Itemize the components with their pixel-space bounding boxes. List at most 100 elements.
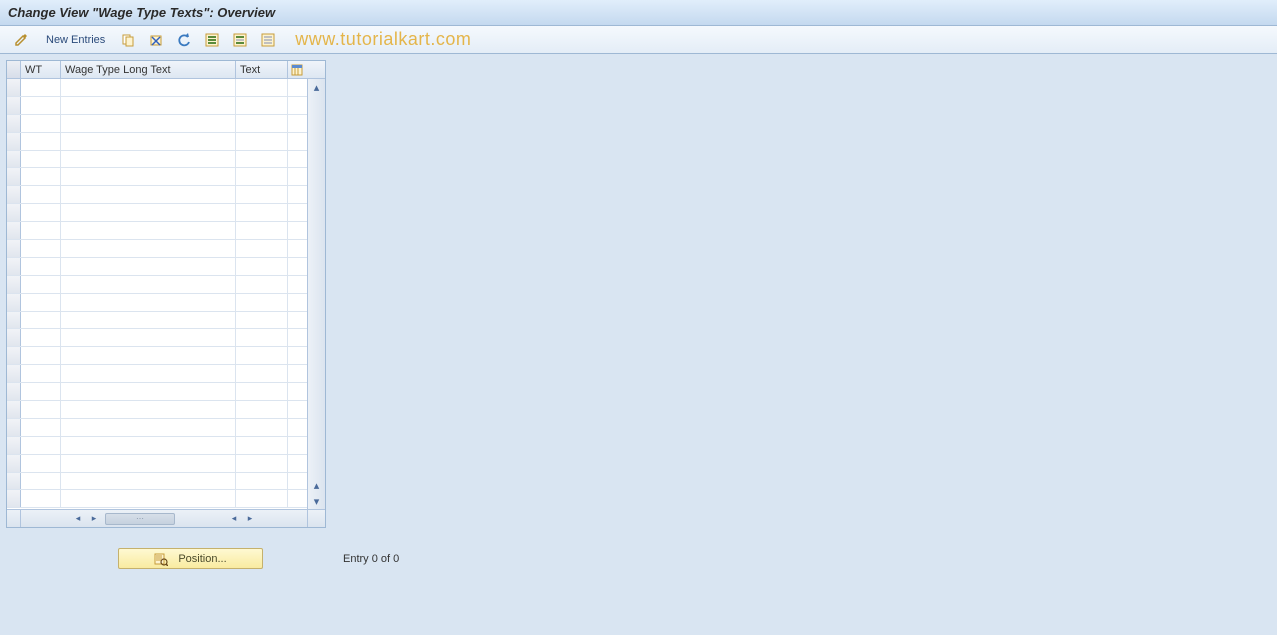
row-selector[interactable]	[7, 258, 21, 275]
row-selector[interactable]	[7, 276, 21, 293]
cell-text[interactable]	[236, 329, 288, 346]
cell-long-text[interactable]	[61, 115, 236, 132]
cell-long-text[interactable]	[61, 240, 236, 257]
cell-text[interactable]	[236, 276, 288, 293]
select-all-button[interactable]	[201, 30, 223, 50]
cell-long-text[interactable]	[61, 312, 236, 329]
position-button[interactable]: Position...	[118, 548, 263, 569]
cell-text[interactable]	[236, 186, 288, 203]
copy-as-button[interactable]	[117, 30, 139, 50]
cell-text[interactable]	[236, 240, 288, 257]
row-selector[interactable]	[7, 115, 21, 132]
cell-text[interactable]	[236, 115, 288, 132]
cell-long-text[interactable]	[61, 79, 236, 96]
row-selector[interactable]	[7, 490, 21, 507]
cell-text[interactable]	[236, 151, 288, 168]
new-entries-button[interactable]: New Entries	[40, 34, 111, 46]
cell-text[interactable]	[236, 455, 288, 472]
cell-wt[interactable]	[21, 401, 61, 418]
cell-text[interactable]	[236, 133, 288, 150]
deselect-all-button[interactable]	[257, 30, 279, 50]
cell-wt[interactable]	[21, 240, 61, 257]
cell-wt[interactable]	[21, 276, 61, 293]
cell-long-text[interactable]	[61, 329, 236, 346]
row-selector[interactable]	[7, 186, 21, 203]
row-selector[interactable]	[7, 419, 21, 436]
column-text[interactable]: Text	[236, 61, 288, 78]
configure-columns-button[interactable]	[288, 61, 306, 78]
vertical-scrollbar[interactable]: ▴ ▴ ▾	[307, 79, 325, 509]
cell-text[interactable]	[236, 312, 288, 329]
cell-text[interactable]	[236, 437, 288, 454]
column-wt[interactable]: WT	[21, 61, 61, 78]
hscroll-right2-button[interactable]: ▸	[243, 513, 257, 524]
cell-wt[interactable]	[21, 294, 61, 311]
row-selector[interactable]	[7, 365, 21, 382]
hscroll-left-button[interactable]: ◂	[71, 513, 85, 524]
cell-text[interactable]	[236, 347, 288, 364]
scroll-up-button[interactable]: ▴	[308, 79, 325, 95]
cell-long-text[interactable]	[61, 490, 236, 507]
row-selector[interactable]	[7, 473, 21, 490]
cell-wt[interactable]	[21, 312, 61, 329]
cell-wt[interactable]	[21, 97, 61, 114]
hscroll-right-button[interactable]: ◂	[227, 513, 241, 524]
cell-text[interactable]	[236, 97, 288, 114]
row-selector[interactable]	[7, 347, 21, 364]
cell-long-text[interactable]	[61, 151, 236, 168]
select-block-button[interactable]	[229, 30, 251, 50]
cell-text[interactable]	[236, 222, 288, 239]
row-selector[interactable]	[7, 312, 21, 329]
row-selector[interactable]	[7, 151, 21, 168]
cell-long-text[interactable]	[61, 347, 236, 364]
cell-long-text[interactable]	[61, 222, 236, 239]
row-selector[interactable]	[7, 240, 21, 257]
cell-wt[interactable]	[21, 186, 61, 203]
row-selector[interactable]	[7, 168, 21, 185]
cell-text[interactable]	[236, 473, 288, 490]
cell-text[interactable]	[236, 383, 288, 400]
cell-wt[interactable]	[21, 473, 61, 490]
row-selector[interactable]	[7, 401, 21, 418]
row-selector[interactable]	[7, 294, 21, 311]
cell-text[interactable]	[236, 294, 288, 311]
cell-long-text[interactable]	[61, 365, 236, 382]
row-selector[interactable]	[7, 79, 21, 96]
cell-long-text[interactable]	[61, 401, 236, 418]
cell-long-text[interactable]	[61, 276, 236, 293]
cell-long-text[interactable]	[61, 186, 236, 203]
cell-wt[interactable]	[21, 115, 61, 132]
row-selector[interactable]	[7, 437, 21, 454]
cell-wt[interactable]	[21, 168, 61, 185]
cell-wt[interactable]	[21, 329, 61, 346]
hscroll-thumb[interactable]: ⋯	[105, 513, 175, 525]
scroll-down-up-button[interactable]: ▴	[308, 477, 325, 493]
cell-wt[interactable]	[21, 365, 61, 382]
cell-wt[interactable]	[21, 383, 61, 400]
cell-long-text[interactable]	[61, 258, 236, 275]
cell-long-text[interactable]	[61, 294, 236, 311]
row-selector[interactable]	[7, 222, 21, 239]
scroll-down-button[interactable]: ▾	[308, 493, 325, 509]
row-selector[interactable]	[7, 455, 21, 472]
row-selector[interactable]	[7, 204, 21, 221]
cell-wt[interactable]	[21, 222, 61, 239]
cell-long-text[interactable]	[61, 204, 236, 221]
horizontal-scrollbar[interactable]: ◂ ▸ ⋯ ◂ ▸	[21, 510, 307, 527]
cell-long-text[interactable]	[61, 97, 236, 114]
undo-change-button[interactable]	[173, 30, 195, 50]
cell-wt[interactable]	[21, 258, 61, 275]
scroll-track[interactable]	[308, 95, 325, 477]
column-long-text[interactable]: Wage Type Long Text	[61, 61, 236, 78]
cell-wt[interactable]	[21, 419, 61, 436]
cell-wt[interactable]	[21, 133, 61, 150]
hscroll-left2-button[interactable]: ▸	[87, 513, 101, 524]
cell-text[interactable]	[236, 419, 288, 436]
cell-long-text[interactable]	[61, 168, 236, 185]
cell-wt[interactable]	[21, 437, 61, 454]
cell-long-text[interactable]	[61, 419, 236, 436]
cell-long-text[interactable]	[61, 473, 236, 490]
cell-wt[interactable]	[21, 79, 61, 96]
delete-button[interactable]	[145, 30, 167, 50]
column-selector[interactable]	[7, 61, 21, 78]
